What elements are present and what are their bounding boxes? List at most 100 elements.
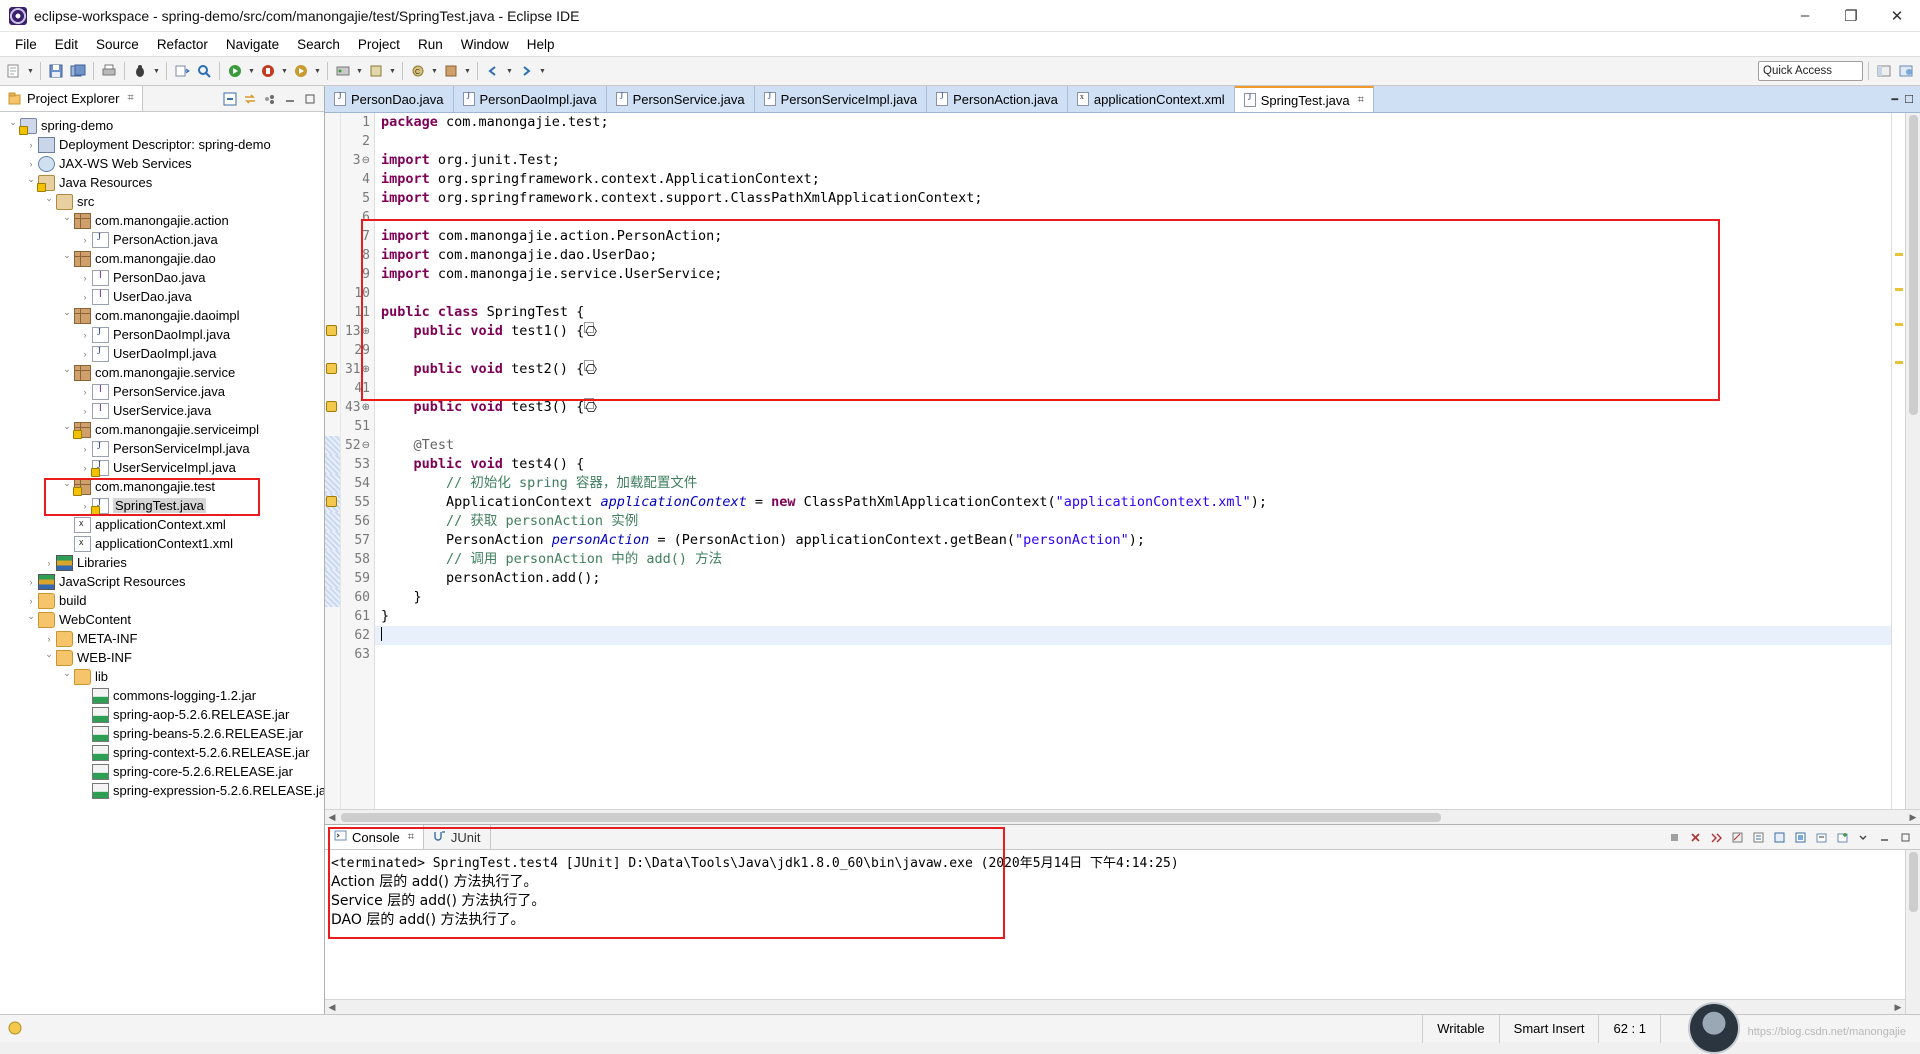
export-icon[interactable] bbox=[172, 60, 192, 82]
print-icon[interactable] bbox=[99, 60, 119, 82]
code-line[interactable]: package com.manongajie.test; bbox=[375, 113, 1891, 132]
open-console-icon[interactable] bbox=[1813, 829, 1829, 845]
fold-collapse-icon[interactable]: ⊖ bbox=[362, 440, 370, 451]
console-tab-console[interactable]: Console ⌗ bbox=[325, 825, 424, 849]
chevron-down-icon[interactable] bbox=[6, 120, 20, 131]
tree-item[interactable]: Libraries bbox=[0, 553, 324, 572]
chevron-right-icon[interactable] bbox=[24, 596, 38, 606]
tree-item[interactable]: spring-context-5.2.6.RELEASE.jar bbox=[0, 743, 324, 762]
server-icon[interactable] bbox=[333, 60, 353, 82]
menu-item-refactor[interactable]: Refactor bbox=[148, 35, 217, 54]
tree-item[interactable]: com.manongajie.dao bbox=[0, 249, 324, 268]
tree-item[interactable]: PersonDaoImpl.java bbox=[0, 325, 324, 344]
editor-vertical-scrollbar[interactable] bbox=[1905, 113, 1920, 809]
console-output[interactable]: <terminated> SpringTest.test4 [JUnit] D:… bbox=[325, 850, 1920, 1014]
chevron-down-icon[interactable] bbox=[60, 215, 74, 226]
close-icon[interactable]: ⌗ bbox=[127, 92, 133, 105]
tree-item[interactable]: META-INF bbox=[0, 629, 324, 648]
back-dropdown-icon[interactable]: ▼ bbox=[505, 60, 514, 82]
code-line[interactable] bbox=[375, 417, 1891, 436]
chevron-down-icon[interactable] bbox=[24, 177, 38, 188]
editor-tab-personservice-java[interactable]: PersonService.java bbox=[606, 86, 755, 112]
editor-tab-applicationcontext-xml[interactable]: applicationContext.xml bbox=[1067, 86, 1235, 112]
tree-item[interactable]: Deployment Descriptor: spring-demo bbox=[0, 135, 324, 154]
java-ee-perspective-icon[interactable] bbox=[1896, 60, 1916, 82]
chevron-right-icon[interactable] bbox=[78, 349, 92, 359]
fold-expand-icon[interactable]: ⊕ bbox=[362, 326, 370, 337]
chevron-right-icon[interactable] bbox=[24, 140, 38, 150]
source-text[interactable]: package com.manongajie.test; import org.j… bbox=[375, 113, 1891, 809]
tree-item[interactable]: UserServiceImpl.java bbox=[0, 458, 324, 477]
menu-item-file[interactable]: File bbox=[6, 35, 46, 54]
search-icon[interactable] bbox=[194, 60, 214, 82]
chevron-right-icon[interactable] bbox=[78, 273, 92, 283]
menu-item-project[interactable]: Project bbox=[349, 35, 409, 54]
code-line[interactable]: @Test bbox=[375, 436, 1891, 455]
menu-item-search[interactable]: Search bbox=[288, 35, 349, 54]
code-line[interactable]: public class SpringTest { bbox=[375, 303, 1891, 322]
code-line[interactable] bbox=[375, 132, 1891, 151]
chevron-right-icon[interactable] bbox=[78, 387, 92, 397]
chevron-down-icon[interactable] bbox=[42, 196, 56, 207]
code-line[interactable] bbox=[375, 379, 1891, 398]
tree-item[interactable]: spring-beans-5.2.6.RELEASE.jar bbox=[0, 724, 324, 743]
code-line[interactable]: PersonAction personAction = (PersonActio… bbox=[375, 531, 1891, 550]
tree-item[interactable]: PersonService.java bbox=[0, 382, 324, 401]
code-line[interactable]: import org.springframework.context.Appli… bbox=[375, 170, 1891, 189]
new-dropdown-icon[interactable]: ▼ bbox=[26, 60, 35, 82]
tree-item[interactable]: spring-core-5.2.6.RELEASE.jar bbox=[0, 762, 324, 781]
tree-item[interactable]: com.manongajie.test bbox=[0, 477, 324, 496]
code-line[interactable]: // 初始化 spring 容器，加载配置文件 bbox=[375, 474, 1891, 493]
chevron-right-icon[interactable] bbox=[78, 235, 92, 245]
code-line[interactable]: import com.manongajie.action.PersonActio… bbox=[375, 227, 1891, 246]
fold-expand-icon[interactable]: ⊕ bbox=[362, 402, 370, 413]
view-menu-icon[interactable] bbox=[1855, 829, 1871, 845]
menu-item-run[interactable]: Run bbox=[409, 35, 452, 54]
code-line[interactable]: public void test2() {⎔ bbox=[375, 360, 1891, 379]
maximize-icon[interactable] bbox=[1897, 829, 1913, 845]
overview-warning-mark[interactable] bbox=[1895, 361, 1903, 364]
code-line[interactable]: // 调用 personAction 中的 add() 方法 bbox=[375, 550, 1891, 569]
annotation-ruler[interactable] bbox=[325, 113, 341, 809]
code-line[interactable]: import org.junit.Test; bbox=[375, 151, 1891, 170]
scroll-lock-icon[interactable] bbox=[1750, 829, 1766, 845]
maximize-button[interactable]: ❐ bbox=[1828, 0, 1874, 32]
fold-collapse-icon[interactable]: ⊖ bbox=[362, 155, 370, 166]
editor-horizontal-scrollbar[interactable]: ◀ ▶ bbox=[325, 809, 1920, 824]
tree-item[interactable]: com.manongajie.service bbox=[0, 363, 324, 382]
tree-item[interactable]: spring-demo bbox=[0, 116, 324, 135]
run-config-icon[interactable] bbox=[258, 60, 278, 82]
tree-item[interactable]: PersonServiceImpl.java bbox=[0, 439, 324, 458]
chevron-right-icon[interactable] bbox=[78, 292, 92, 302]
chevron-down-icon[interactable] bbox=[24, 614, 38, 625]
tree-item[interactable]: src bbox=[0, 192, 324, 211]
scroll-left-icon[interactable]: ◀ bbox=[325, 812, 339, 823]
tree-item[interactable]: lib bbox=[0, 667, 324, 686]
new-package-dropdown-icon[interactable]: ▼ bbox=[463, 60, 472, 82]
debug-icon[interactable] bbox=[130, 60, 150, 82]
code-line[interactable]: public void test3() {⎔ bbox=[375, 398, 1891, 417]
menu-item-edit[interactable]: Edit bbox=[46, 35, 87, 54]
code-line[interactable]: // 获取 personAction 实例 bbox=[375, 512, 1891, 531]
chevron-right-icon[interactable] bbox=[42, 558, 56, 568]
new-package-icon[interactable] bbox=[441, 60, 461, 82]
minimize-button[interactable]: – bbox=[1782, 0, 1828, 32]
tree-item[interactable]: com.manongajie.action bbox=[0, 211, 324, 230]
tree-item[interactable]: WebContent bbox=[0, 610, 324, 629]
code-line[interactable]: } bbox=[375, 588, 1891, 607]
quick-access-input[interactable]: Quick Access bbox=[1758, 61, 1863, 81]
code-line[interactable] bbox=[375, 626, 1891, 645]
overview-ruler[interactable] bbox=[1891, 113, 1905, 809]
minimize-icon[interactable] bbox=[1876, 829, 1892, 845]
pin-console-icon[interactable] bbox=[1771, 829, 1787, 845]
console-tab-junit[interactable]: JUnit bbox=[423, 825, 491, 849]
overview-warning-mark[interactable] bbox=[1895, 253, 1903, 256]
warning-marker-icon[interactable] bbox=[326, 325, 337, 336]
tree-item[interactable]: SpringTest.java bbox=[0, 496, 324, 515]
minimize-view-icon[interactable] bbox=[282, 91, 298, 107]
tree-item[interactable]: build bbox=[0, 591, 324, 610]
new-java-class-icon[interactable]: C bbox=[408, 60, 428, 82]
code-line[interactable] bbox=[375, 284, 1891, 303]
code-line[interactable]: ApplicationContext applicationContext = … bbox=[375, 493, 1891, 512]
chevron-right-icon[interactable] bbox=[78, 444, 92, 454]
